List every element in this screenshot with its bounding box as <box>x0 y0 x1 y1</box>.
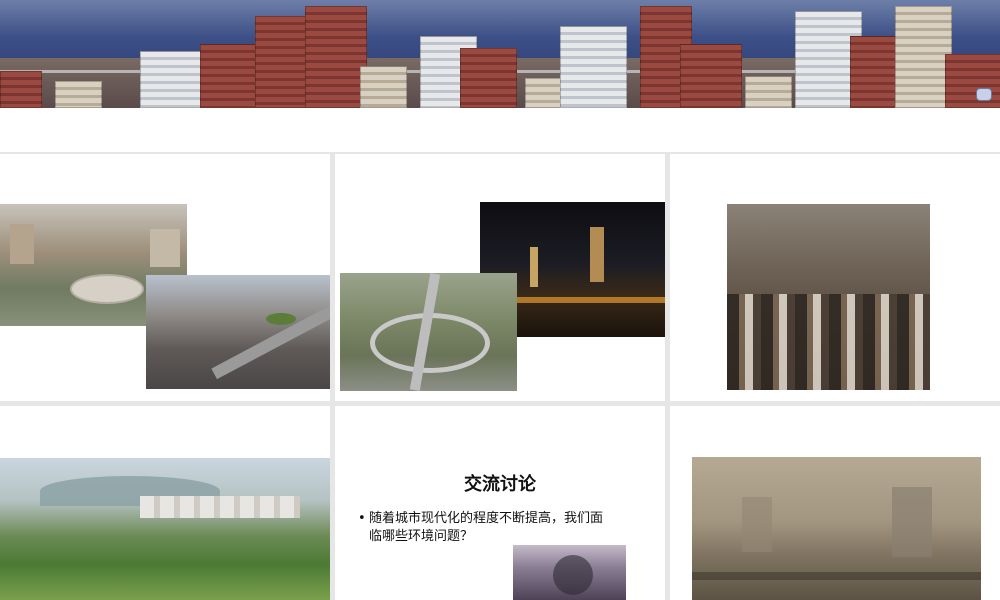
banner-building <box>0 71 42 108</box>
discussion-question: • 随着城市现代化的程度不断提高，我们面 临哪些环境问题？ <box>358 510 659 546</box>
banner-building <box>945 54 1000 108</box>
traffic-road-photo <box>146 275 330 389</box>
controller-icon[interactable] <box>976 88 992 101</box>
banner-building <box>140 51 202 108</box>
pollution-smoke-photo <box>513 545 626 600</box>
slide-thumbnail-4[interactable] <box>0 406 330 600</box>
city-banner-image <box>0 0 1000 108</box>
question-line-1: 随着城市现代化的程度不断提高，我们面 <box>369 511 604 526</box>
slide-title: 交流讨论 <box>464 474 536 495</box>
banner-building <box>460 48 517 108</box>
crowd-street-photo <box>727 204 930 390</box>
banner-spacer <box>0 108 1000 152</box>
banner-building <box>895 6 952 108</box>
slide-thumbnail-2[interactable] <box>335 154 665 401</box>
question-line-2: 临哪些环境问题？ <box>369 529 474 544</box>
banner-building <box>745 76 792 108</box>
highway-interchange-photo <box>340 273 517 391</box>
banner-building <box>360 66 407 108</box>
smog-city-photo <box>692 457 981 600</box>
banner-building <box>305 6 367 108</box>
slide-thumbnail-5[interactable]: 交流讨论 • 随着城市现代化的程度不断提高，我们面 临哪些环境问题？ <box>335 406 665 600</box>
green-park-photo <box>0 458 330 600</box>
banner-building <box>255 16 312 108</box>
slide-thumbnail-3[interactable] <box>670 154 1000 401</box>
bullet-marker: • <box>358 511 366 526</box>
slide-thumbnail-6[interactable] <box>670 406 1000 600</box>
banner-building <box>680 44 742 108</box>
banner-building <box>55 81 102 108</box>
slide-thumbnail-1[interactable] <box>0 154 330 401</box>
banner-building <box>560 26 627 108</box>
